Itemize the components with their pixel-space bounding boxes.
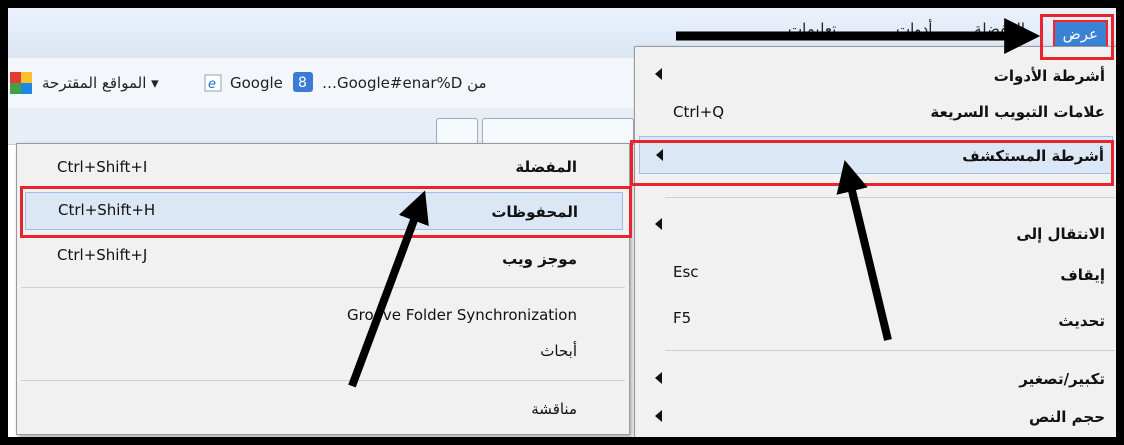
menu-item-label: إيقاف (1060, 266, 1105, 284)
menu-item-label: الانتقال إلى (1016, 225, 1105, 243)
submenu-item-label: المحفوظات (491, 203, 578, 221)
menu-item-zoom[interactable]: تكبير/تصغير (635, 360, 1116, 392)
suggested-sites-link[interactable]: المواقع المقترحة ▾ (42, 74, 159, 92)
menu-item-label: أشرطة المستكشف (962, 147, 1104, 165)
menu-item-label: حجم النص (1029, 408, 1105, 426)
screenshot-frame: تعليمات أدوات المفضلة عرض المواقع المقتر… (8, 8, 1116, 437)
explorer-bars-submenu: Ctrl+Shift+I المفضلة Ctrl+Shift+H المحفو… (16, 143, 630, 435)
menu-separator (665, 197, 1115, 198)
submenu-item-shortcut: Ctrl+Shift+H (58, 201, 156, 219)
submenu-item-label: أبحاث (540, 342, 577, 360)
menu-separator (665, 350, 1115, 351)
submenu-item-research[interactable]: أبحاث (17, 336, 629, 368)
menu-item-go-to[interactable]: الانتقال إلى (635, 211, 1116, 243)
menu-item-explorer-bars[interactable]: أشرطة المستكشف (639, 136, 1113, 174)
svg-text:e: e (208, 77, 216, 92)
tab-link[interactable]: …Google#enar%D من (322, 74, 487, 92)
menu-item-shortcut: F5 (673, 309, 692, 327)
submenu-item-discuss[interactable]: مناقشة (17, 394, 629, 426)
favorites-bar: المواقع المقترحة ▾ e Google 8 …Google#en… (8, 58, 648, 108)
menu-item-label: تحديث (1058, 312, 1105, 330)
submenu-item-favorites[interactable]: Ctrl+Shift+I المفضلة (17, 152, 629, 184)
submenu-item-label: مناقشة (531, 400, 577, 418)
submenu-arrow-icon (655, 68, 662, 80)
submenu-separator (21, 380, 625, 381)
menu-item-label: علامات التبويب السريعة (930, 103, 1105, 121)
menu-favorites[interactable]: المفضلة (974, 20, 1025, 38)
menu-item-quick-tabs[interactable]: Ctrl+Q علامات التبويب السريعة (635, 97, 1116, 129)
submenu-arrow-icon (655, 372, 662, 384)
menu-item-refresh[interactable]: F5 تحديث (635, 303, 1116, 335)
view-menu: أشرطة الأدوات Ctrl+Q علامات التبويب السر… (634, 46, 1116, 437)
menu-item-label: أشرطة الأدوات (993, 67, 1105, 85)
submenu-item-shortcut: Ctrl+Shift+J (57, 246, 148, 264)
menu-view[interactable]: عرض (1052, 20, 1108, 48)
submenu-arrow-icon (656, 149, 663, 161)
menu-item-label: تكبير/تصغير (1019, 370, 1105, 388)
google-link[interactable]: Google (230, 74, 283, 92)
submenu-item-history[interactable]: Ctrl+Shift+H المحفوظات (25, 192, 623, 230)
submenu-item-groove-sync[interactable]: Groove Folder Synchronization (17, 298, 629, 330)
submenu-arrow-icon (655, 218, 662, 230)
menu-help[interactable]: تعليمات (788, 20, 836, 38)
google-icon: 8 (293, 72, 313, 92)
google-apps-icon[interactable] (10, 72, 32, 94)
menu-item-shortcut: Ctrl+Q (673, 103, 725, 121)
submenu-item-label: موجز ويب (502, 250, 577, 268)
ie-page-icon: e (204, 74, 222, 92)
menu-item-text-size[interactable]: حجم النص (635, 398, 1116, 430)
submenu-item-shortcut: Ctrl+Shift+I (57, 158, 148, 176)
tab-strip (8, 108, 648, 145)
menu-item-toolbars[interactable]: أشرطة الأدوات (635, 61, 1116, 93)
new-tab-button[interactable] (436, 118, 478, 145)
browser-tab[interactable] (482, 118, 634, 145)
submenu-separator (21, 287, 625, 288)
submenu-item-label: Groove Folder Synchronization (347, 306, 577, 324)
submenu-item-label: المفضلة (515, 158, 577, 176)
svg-text:8: 8 (298, 75, 307, 91)
menu-item-shortcut: Esc (673, 263, 699, 281)
submenu-arrow-icon (655, 410, 662, 422)
submenu-item-feeds[interactable]: Ctrl+Shift+J موجز ويب (17, 240, 629, 272)
menu-item-stop[interactable]: Esc إيقاف (635, 257, 1116, 289)
menu-tools[interactable]: أدوات (896, 20, 932, 38)
